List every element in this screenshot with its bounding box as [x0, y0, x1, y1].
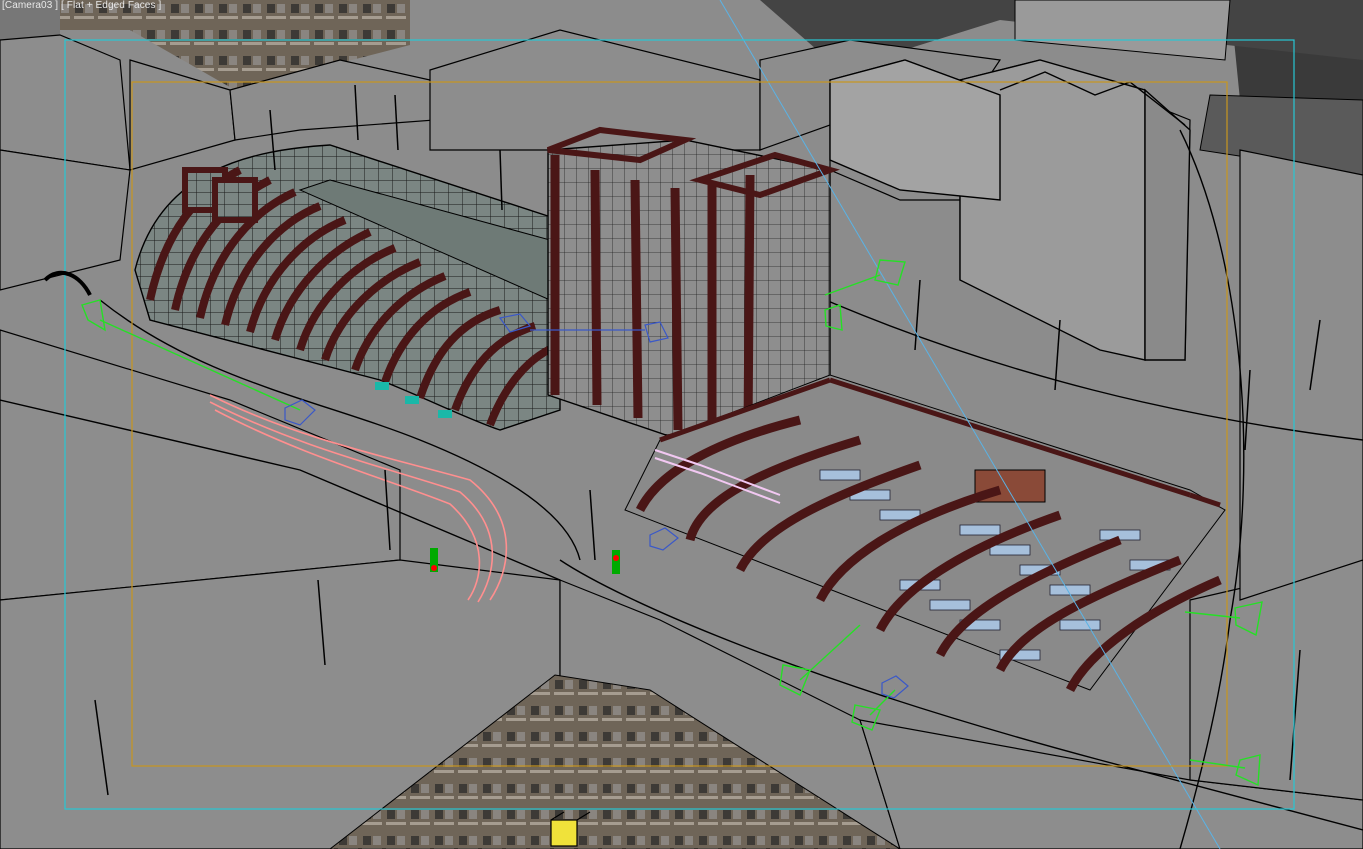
viewport-camera-name[interactable]: [Camera03 ]: [2, 0, 58, 11]
scene-render: [0, 0, 1363, 849]
hall-front-boxes: [182, 167, 258, 223]
market-hall: [134, 144, 562, 431]
viewport[interactable]: [Camera03 ] [ Flat + Edged Faces ]: [0, 0, 1363, 849]
canopy-market: [624, 374, 1226, 693]
camera-icon[interactable]: [824, 259, 906, 296]
black-arc: [43, 270, 92, 296]
tower-blocks: [829, 59, 1191, 361]
viewport-shading-mode[interactable]: [ Flat + Edged Faces ]: [61, 0, 161, 11]
viewport-label[interactable]: [Camera03 ] [ Flat + Edged Faces ]: [2, 0, 161, 11]
